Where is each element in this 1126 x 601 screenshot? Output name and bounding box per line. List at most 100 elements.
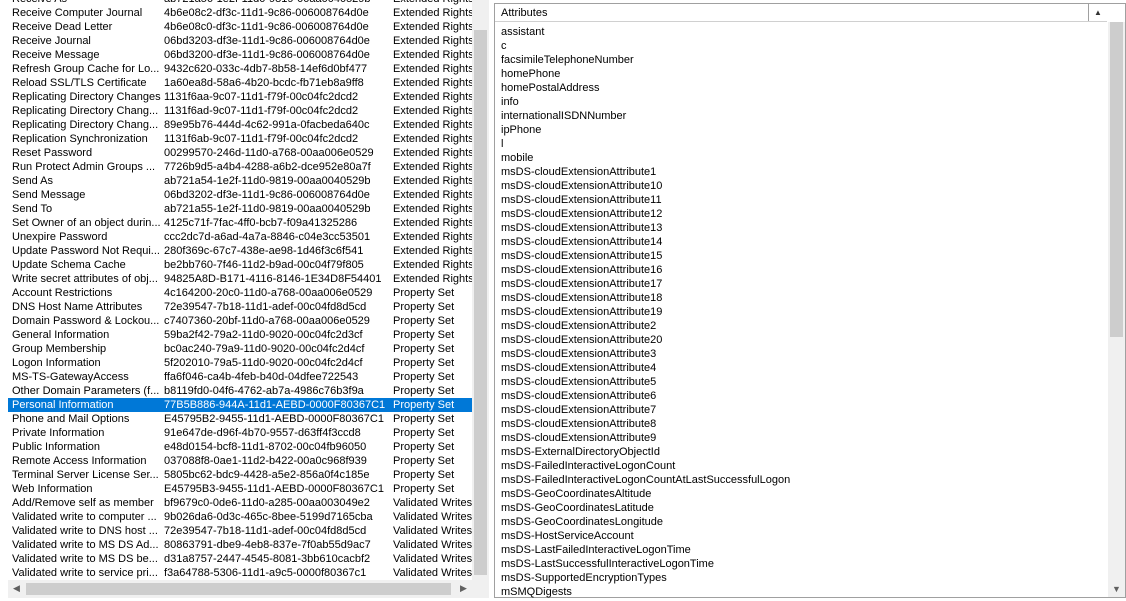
table-row[interactable]: Replicating Directory Changes 1131f6aa-9c… [8,90,473,104]
table-row[interactable]: Run Protect Admin Groups ... 7726b9d5-a4b… [8,160,473,174]
guid-cell: 06bd3202-df3e-11d1-9c86-006008764d0e [164,189,370,201]
table-row[interactable]: Unexpire Password ccc2dc7d-a6ad-4a7a-8846… [8,230,473,244]
table-row[interactable]: Other Domain Parameters (f... b8119fd0-04… [8,384,473,398]
table-row[interactable]: MS-TS-GatewayAccess ffa6f046-ca4b-4feb-b4… [8,370,473,384]
attribute-list-item[interactable]: l [501,137,503,151]
table-row[interactable]: General Information 59ba2f42-79a2-11d0-90… [8,328,473,342]
table-row[interactable]: Send Message 06bd3202-df3e-11d1-9c86-0060… [8,188,473,202]
attribute-list-item[interactable]: msDS-cloudExtensionAttribute16 [501,263,662,277]
table-row[interactable]: Replication Synchronization 1131f6ab-9c07… [8,132,473,146]
table-row[interactable]: Web Information E45795B3-9455-11d1-AEBD-0… [8,482,473,496]
table-row[interactable]: Account Restrictions 4c164200-20c0-11d0-a… [8,286,473,300]
type-cell: Extended Rights [393,119,473,131]
attribute-list-item[interactable]: ipPhone [501,123,541,137]
rights-list-vertical-scrollbar[interactable] [472,0,489,580]
table-row[interactable]: Send To ab721a55-1e2f-11d0-9819-00aa00405… [8,202,473,216]
table-row[interactable]: Receive Message 06bd3200-df3e-11d1-9c86-0… [8,48,473,62]
table-row[interactable]: Receive Journal 06bd3203-df3e-11d1-9c86-0… [8,34,473,48]
table-row[interactable]: Validated write to service pri... f3a6478… [8,566,473,580]
attribute-list-item[interactable]: msDS-FailedInteractiveLogonCount [501,459,675,473]
table-row[interactable]: Logon Information 5f202010-79a5-11d0-9020… [8,356,473,370]
attribute-list-item[interactable]: msDS-cloudExtensionAttribute18 [501,291,662,305]
attribute-list-item[interactable]: internationalISDNNumber [501,109,626,123]
attribute-list-item[interactable]: assistant [501,25,544,39]
table-row[interactable]: Update Schema Cache be2bb760-7f46-11d2-b9… [8,258,473,272]
table-row[interactable]: Set Owner of an object durin... 4125c71f-… [8,216,473,230]
attribute-list-item[interactable]: msDS-cloudExtensionAttribute14 [501,235,662,249]
rights-list-vertical-scroll-thumb[interactable] [474,30,487,575]
table-row[interactable]: Group Membership bc0ac240-79a9-11d0-9020-… [8,342,473,356]
attribute-list-item[interactable]: facsimileTelephoneNumber [501,53,634,67]
attribute-list-item[interactable]: mobile [501,151,533,165]
table-row[interactable]: Update Password Not Requi... 280f369c-67c… [8,244,473,258]
attribute-list-item[interactable]: msDS-cloudExtensionAttribute6 [501,389,656,403]
table-row[interactable]: Private Information 91e647de-d96f-4b70-95… [8,426,473,440]
table-row[interactable]: Phone and Mail Options E45795B2-9455-11d1… [8,412,473,426]
attribute-list-item[interactable]: msDS-FailedInteractiveLogonCountAtLastSu… [501,473,790,487]
attribute-list-item[interactable]: msDS-SupportedEncryptionTypes [501,571,667,585]
attributes-vertical-scrollbar[interactable]: ▼ [1108,22,1125,597]
table-row[interactable]: Reload SSL/TLS Certificate 1a60ea8d-58a6-… [8,76,473,90]
table-row[interactable]: Remote Access Information 037088f8-0ae1-1… [8,454,473,468]
attribute-list-item[interactable]: msDS-cloudExtensionAttribute20 [501,333,662,347]
attribute-list-item[interactable]: info [501,95,519,109]
table-row[interactable]: Terminal Server License Ser... 5805bc62-b… [8,468,473,482]
table-row[interactable]: Reset Password 00299570-246d-11d0-a768-00… [8,146,473,160]
attribute-list-item[interactable]: msDS-LastSuccessfulInteractiveLogonTime [501,557,714,571]
table-row[interactable]: Domain Password & Lockou... c7407360-20bf… [8,314,473,328]
guid-cell: e48d0154-bcf8-11d1-8702-00c04fb96050 [164,441,367,453]
attribute-list-item[interactable]: msDS-cloudExtensionAttribute4 [501,361,656,375]
attribute-list-item[interactable]: msDS-cloudExtensionAttribute8 [501,417,656,431]
left-arrow-icon[interactable]: ◀ [8,580,25,597]
right-name-cell: Terminal Server License Ser... [12,469,159,481]
attribute-list-item[interactable]: msDS-GeoCoordinatesLongitude [501,515,663,529]
table-row[interactable]: Add/Remove self as member bf9679c0-0de6-1… [8,496,473,510]
attribute-list-item[interactable]: msDS-cloudExtensionAttribute12 [501,207,662,221]
attribute-list-item[interactable]: msDS-GeoCoordinatesAltitude [501,487,651,501]
attribute-list-item[interactable]: msDS-GeoCoordinatesLatitude [501,501,654,515]
attribute-list-item[interactable]: msDS-cloudExtensionAttribute2 [501,319,656,333]
attribute-list-item[interactable]: msDS-cloudExtensionAttribute9 [501,431,656,445]
table-row[interactable]: Send As ab721a54-1e2f-11d0-9819-00aa00405… [8,174,473,188]
attributes-vertical-scroll-thumb[interactable] [1110,22,1123,337]
table-row[interactable]: Validated write to MS DS Ad... 80863791-d… [8,538,473,552]
right-name-cell: Group Membership [12,343,107,355]
table-row[interactable]: Validated write to DNS host ... 72e39547-… [8,524,473,538]
table-row[interactable]: Replicating Directory Chang... 1131f6ad-9… [8,104,473,118]
attribute-list-item[interactable]: msDS-cloudExtensionAttribute19 [501,305,662,319]
table-row[interactable]: Validated write to MS DS be... d31a8757-2… [8,552,473,566]
attribute-list-item[interactable]: msDS-cloudExtensionAttribute7 [501,403,656,417]
table-row[interactable]: Receive Dead Letter 4b6e08c0-df3c-11d1-9c… [8,20,473,34]
attribute-list-item[interactable]: homePostalAddress [501,81,599,95]
attribute-list-item[interactable]: mSMQDigests [501,585,572,598]
attribute-list-item[interactable]: msDS-cloudExtensionAttribute1 [501,165,656,179]
right-name-cell: Send As [12,175,53,187]
table-row[interactable]: Public Information e48d0154-bcf8-11d1-870… [8,440,473,454]
sort-up-icon[interactable]: ▲ [1088,4,1107,21]
attribute-list-item[interactable]: msDS-HostServiceAccount [501,529,634,543]
right-arrow-icon[interactable]: ▶ [455,580,472,597]
down-arrow-icon[interactable]: ▼ [1108,580,1125,597]
guid-cell: ffa6f046-ca4b-4feb-b40d-04dfee722543 [164,371,359,383]
table-row[interactable]: Personal Information 77B5B886-944A-11d1-A… [8,398,473,412]
table-row[interactable]: Write secret attributes of obj... 94825A8… [8,272,473,286]
table-row[interactable]: DNS Host Name Attributes 72e39547-7b18-11… [8,300,473,314]
table-row[interactable]: Refresh Group Cache for Lo... 9432c620-03… [8,62,473,76]
attributes-column-header[interactable]: Attributes ▲ [495,4,1107,22]
attribute-list-item[interactable]: c [501,39,507,53]
attribute-list-item[interactable]: msDS-cloudExtensionAttribute5 [501,375,656,389]
rights-list-horizontal-scroll-thumb[interactable] [26,583,451,595]
attribute-list-item[interactable]: msDS-cloudExtensionAttribute13 [501,221,662,235]
attribute-list-item[interactable]: msDS-cloudExtensionAttribute17 [501,277,662,291]
attribute-list-item[interactable]: msDS-ExternalDirectoryObjectId [501,445,660,459]
attribute-list-item[interactable]: msDS-LastFailedInteractiveLogonTime [501,543,691,557]
table-row[interactable]: Validated write to computer ... 9b026da6-… [8,510,473,524]
attribute-list-item[interactable]: msDS-cloudExtensionAttribute3 [501,347,656,361]
table-row[interactable]: Replicating Directory Chang... 89e95b76-4… [8,118,473,132]
attribute-list-item[interactable]: homePhone [501,67,560,81]
attribute-list-item[interactable]: msDS-cloudExtensionAttribute15 [501,249,662,263]
rights-list-horizontal-scrollbar[interactable]: ◀ ▶ [8,580,489,598]
attribute-list-item[interactable]: msDS-cloudExtensionAttribute11 [501,193,662,207]
attribute-list-item[interactable]: msDS-cloudExtensionAttribute10 [501,179,662,193]
table-row[interactable]: Receive Computer Journal 4b6e08c2-df3c-11… [8,6,473,20]
